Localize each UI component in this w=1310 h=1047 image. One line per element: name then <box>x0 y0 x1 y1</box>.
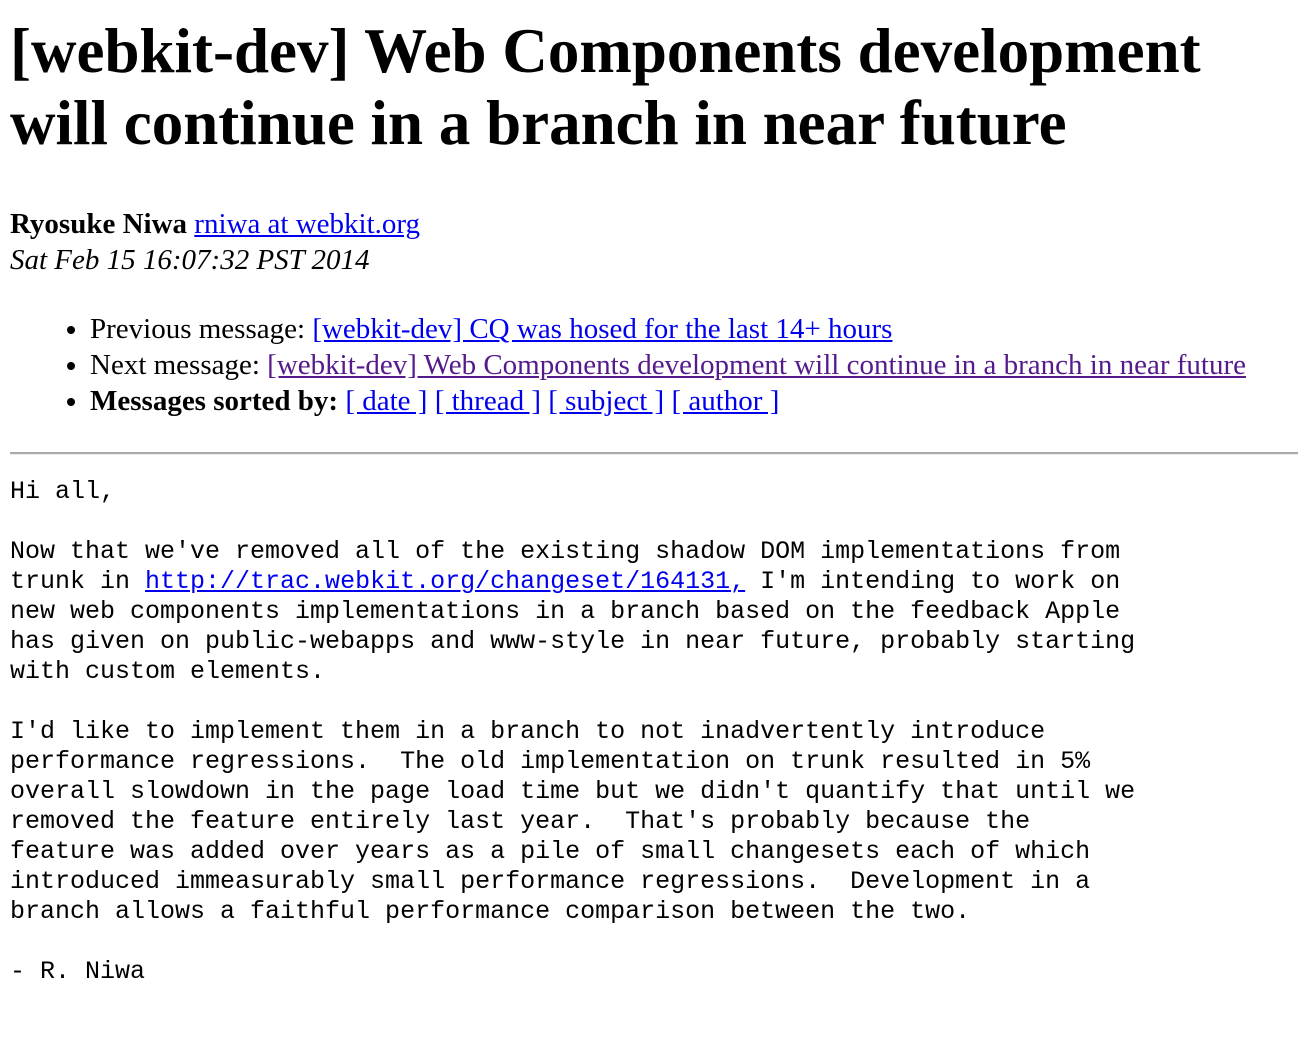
previous-message-item: Previous message: [webkit-dev] CQ was ho… <box>90 311 1290 347</box>
sort-by-author-link[interactable]: [ author ] <box>671 385 779 417</box>
previous-message-link[interactable]: [webkit-dev] CQ was hosed for the last 1… <box>312 313 892 345</box>
changeset-link[interactable]: http://trac.webkit.org/changeset/164131, <box>145 567 745 596</box>
message-body: Hi all, Now that we've removed all of th… <box>10 477 1310 987</box>
sorted-by-label: Messages sorted by: <box>90 385 346 417</box>
page-title: [webkit-dev] Web Components development … <box>10 16 1201 158</box>
greeting: Hi all, <box>10 477 116 506</box>
next-message-link[interactable]: [webkit-dev] Web Components development … <box>267 349 1246 381</box>
message-date: Sat Feb 15 16:07:32 PST 2014 <box>10 244 370 276</box>
author-email-link[interactable]: rniwa at webkit.org <box>194 208 420 240</box>
signature: - R. Niwa <box>10 957 146 986</box>
paragraph-2: I'd like to implement them in a branch t… <box>10 717 1136 926</box>
message-header: Ryosuke Niwa rniwa at webkit.org Sat Feb… <box>10 206 1310 278</box>
message-page: [webkit-dev] Web Components development … <box>0 15 1310 987</box>
sort-by-thread-link[interactable]: [ thread ] <box>435 385 541 417</box>
sort-by-date-link[interactable]: [ date ] <box>345 385 427 417</box>
divider <box>10 452 1298 455</box>
message-navigation: Previous message: [webkit-dev] CQ was ho… <box>10 311 1290 419</box>
previous-message-label: Previous message: <box>90 313 313 345</box>
sort-options-item: Messages sorted by: [ date ] [ thread ] … <box>90 383 1290 419</box>
author-name: Ryosuke Niwa <box>10 208 188 240</box>
sort-by-subject-link[interactable]: [ subject ] <box>548 385 664 417</box>
next-message-label: Next message: <box>90 349 268 381</box>
next-message-item: Next message: [webkit-dev] Web Component… <box>90 347 1290 383</box>
